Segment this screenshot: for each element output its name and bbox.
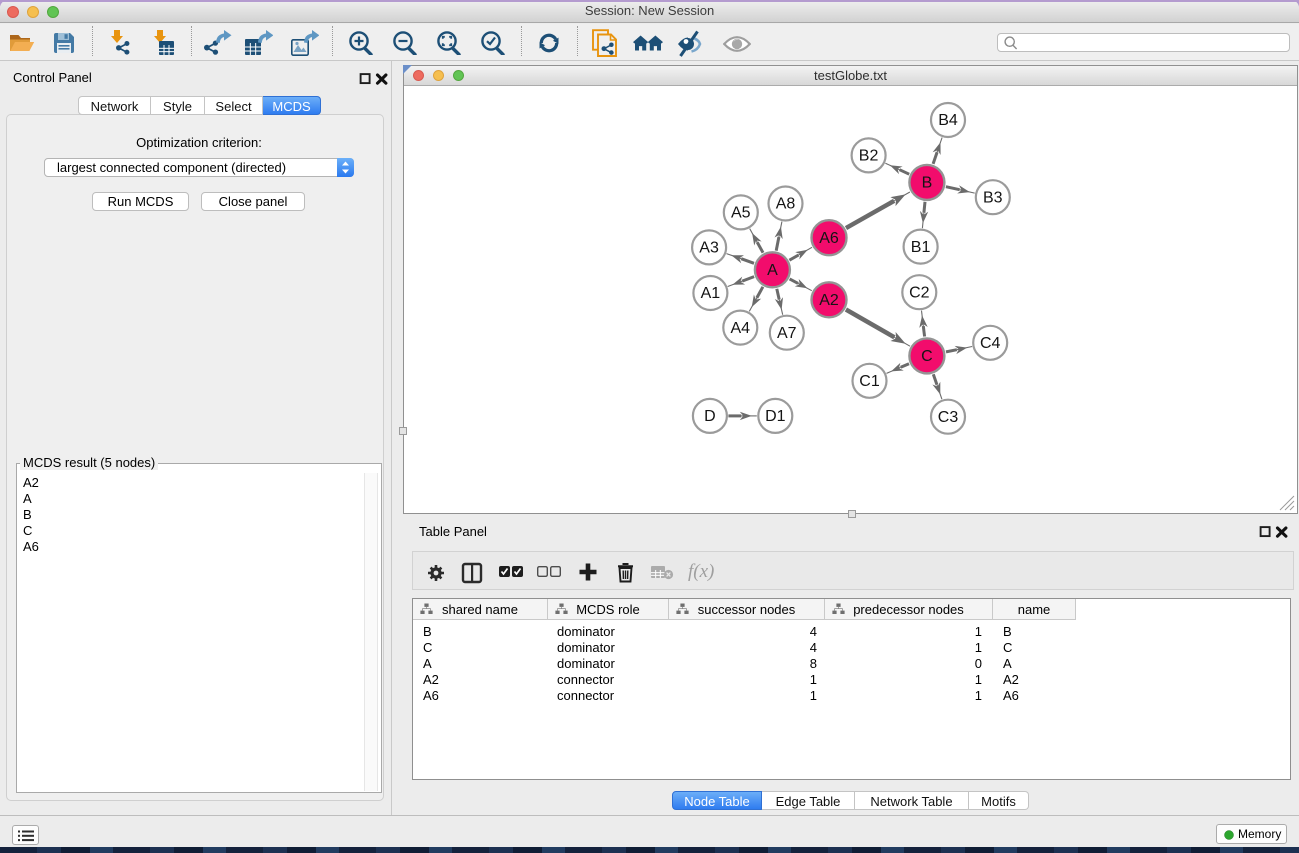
- svg-text:A4: A4: [731, 320, 751, 337]
- svg-text:A2: A2: [819, 292, 839, 309]
- svg-text:A5: A5: [731, 205, 751, 222]
- svg-text:C3: C3: [938, 409, 959, 426]
- svg-text:D: D: [704, 408, 716, 425]
- svg-text:B1: B1: [911, 239, 931, 256]
- svg-text:B2: B2: [859, 148, 879, 165]
- svg-text:B: B: [922, 175, 933, 192]
- svg-text:D1: D1: [765, 408, 786, 425]
- svg-text:A3: A3: [699, 240, 719, 257]
- svg-text:B3: B3: [983, 189, 1003, 206]
- svg-text:C: C: [921, 348, 933, 365]
- svg-text:C2: C2: [909, 284, 930, 301]
- svg-text:A6: A6: [819, 230, 839, 247]
- svg-text:C4: C4: [980, 335, 1001, 352]
- svg-text:A8: A8: [776, 196, 796, 213]
- svg-text:C1: C1: [859, 373, 880, 390]
- svg-text:A7: A7: [777, 325, 797, 342]
- svg-text:A: A: [767, 262, 778, 279]
- svg-text:A1: A1: [701, 285, 721, 302]
- svg-text:B4: B4: [938, 112, 958, 129]
